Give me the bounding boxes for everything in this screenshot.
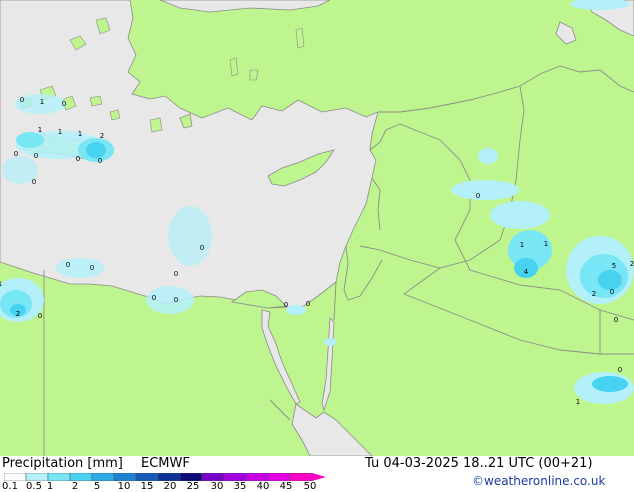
precip-label: 0 (62, 100, 66, 108)
scale-swatch (91, 473, 115, 481)
precip-label: 5 (612, 262, 616, 270)
precip-label: 0 (174, 296, 178, 304)
precip-label: 0 (200, 244, 204, 252)
precip-label: 0 (614, 316, 618, 324)
scale-swatch (113, 473, 137, 481)
precip-label: 0 (152, 294, 156, 302)
scale-swatch (69, 473, 93, 481)
scale-swatch (245, 473, 269, 481)
precip-label: 0 (34, 152, 38, 160)
scale-swatch (179, 473, 203, 481)
precip-label: 0 (38, 312, 42, 320)
precip-label: 2 (100, 132, 104, 140)
precip-label: 1 (78, 130, 82, 138)
scale-tick-label: 0.5 (26, 481, 42, 492)
precip-label: 2 (592, 290, 596, 298)
scale-tick-label: 1 (46, 481, 54, 492)
precip-label: 4 (524, 268, 529, 276)
scale-swatch (47, 473, 71, 481)
scale-tick-label: 25 (186, 481, 200, 492)
scale-tick-label: 5 (93, 481, 101, 492)
credit-link[interactable]: ©weatheronline.co.uk (472, 474, 605, 488)
scale-tick-label: 2 (71, 481, 79, 492)
precip-label: 0 (66, 261, 70, 269)
precip-label: 1 (0, 280, 2, 288)
precip-label: 1 (58, 128, 62, 136)
scale-tick-label: 0.1 (2, 481, 18, 492)
precip-label: 0 (610, 288, 614, 296)
precip-label: 1 (544, 240, 548, 248)
precip-label: 0 (90, 264, 94, 272)
scale-swatch (223, 473, 247, 481)
scale-swatch (267, 473, 291, 481)
precip-label: 0 (284, 301, 288, 309)
precip-label: 0 (76, 155, 80, 163)
scale-swatch (157, 473, 181, 481)
map-canvas: 0 1 0 1 1 1 2 0 0 0 0 0 0 0 0 0 0 0 0 2 1 0 0 0 1 1 4 5 0 2 2 0 0 1 (0, 0, 634, 456)
scale-tick-label: 35 (233, 481, 247, 492)
scale-tick-label: 10 (117, 481, 131, 492)
legend-title: Precipitation [mm] (2, 456, 123, 471)
scale-tick-label: 50 (303, 481, 317, 492)
model-name: ECMWF (141, 456, 190, 471)
precip-label: 0 (98, 157, 102, 165)
scale-swatch (135, 473, 159, 481)
precip-label: 0 (32, 178, 36, 186)
scale-swatch (25, 473, 49, 481)
precip-label: 0 (174, 270, 178, 278)
legend-footer: Precipitation [mm] ECMWF Tu 04-03-2025 1… (0, 456, 634, 492)
precip-label: 0 (306, 300, 310, 308)
precip-label: 0 (476, 192, 480, 200)
precip-label: 0 (618, 366, 622, 374)
precip-label: 0 (14, 150, 18, 158)
scale-tick-label: 45 (279, 481, 293, 492)
precip-label: 0 (20, 96, 24, 104)
precip-label: 1 (520, 241, 524, 249)
scale-swatch (201, 473, 225, 481)
scale-tick-label: 30 (210, 481, 224, 492)
precip-label: 1 (40, 98, 44, 106)
color-scale-bar (4, 473, 326, 481)
scale-swatch (4, 473, 27, 481)
scale-tick-label: 40 (256, 481, 270, 492)
scale-swatch (289, 473, 313, 481)
precip-label: 2 (630, 260, 634, 268)
scale-arrow (312, 473, 326, 481)
precip-label: 1 (576, 398, 580, 406)
precip-label: 1 (38, 126, 42, 134)
precipitation-map: 0 1 0 1 1 1 2 0 0 0 0 0 0 0 0 0 0 0 0 2 1 0 0 0 1 1 4 5 0 2 2 0 0 1 (0, 0, 634, 456)
forecast-datetime: Tu 04-03-2025 18..21 UTC (00+21) (365, 456, 593, 471)
scale-tick-label: 20 (163, 481, 177, 492)
precip-label: 2 (16, 310, 20, 318)
scale-tick-label: 15 (140, 481, 154, 492)
